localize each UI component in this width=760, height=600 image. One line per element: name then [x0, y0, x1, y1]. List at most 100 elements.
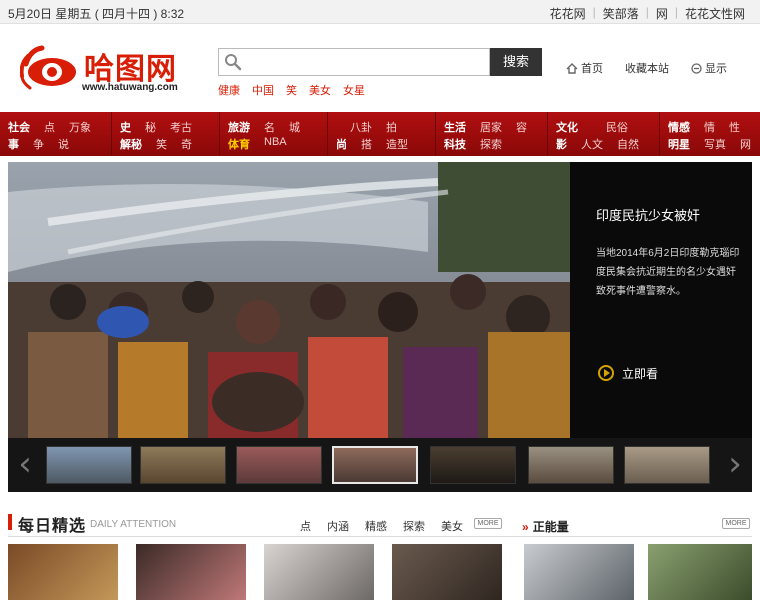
double-chevron-icon: » — [522, 519, 529, 534]
search-button[interactable]: 搜索 — [490, 48, 542, 76]
daily-card-image[interactable] — [648, 544, 752, 600]
hotword-link[interactable]: 美女 — [309, 82, 331, 98]
display-link[interactable]: 显示 — [691, 60, 727, 76]
thumbnail[interactable] — [46, 446, 132, 484]
view-now-button[interactable]: 立即看 — [598, 360, 686, 386]
site-logo[interactable]: 哈图网 www.hatuwang.com — [20, 42, 190, 98]
thumbnail-active[interactable] — [332, 446, 418, 484]
view-now-label: 立即看 — [622, 366, 659, 381]
hotword-link[interactable]: 女星 — [343, 82, 365, 98]
nav-item[interactable]: 探索 — [480, 136, 502, 152]
more-button-2[interactable]: MORE — [722, 518, 750, 529]
nav-item[interactable]: 人文 — [581, 136, 603, 152]
nav-item[interactable]: 秘 — [145, 119, 156, 135]
nav-item[interactable]: 万象 — [69, 119, 91, 135]
daily-tab[interactable]: 探索 — [403, 518, 425, 534]
nav-item[interactable]: 写真 — [704, 136, 726, 152]
nav-item[interactable]: 事 — [8, 136, 19, 152]
more-button[interactable]: MORE — [474, 518, 502, 529]
nav-item[interactable]: 八卦 — [350, 119, 372, 135]
daily-card-image[interactable] — [524, 544, 634, 600]
nav-item[interactable]: 史 — [120, 119, 131, 135]
bookmark-link-label: 收藏本站 — [625, 63, 669, 75]
top-bar: 5月20日 星期五 ( 四月十四 ) 8:32 花花网 | 笑部落 | 网 | … — [0, 0, 760, 24]
nav-item[interactable]: 民俗 — [606, 119, 628, 135]
nav-group-history: 史 秘 考古 解秘 笑 奇 — [112, 112, 220, 156]
daily-card-image[interactable] — [136, 544, 246, 600]
bookmark-link[interactable]: 收藏本站 — [625, 60, 669, 76]
nav-item[interactable]: 情 — [704, 119, 715, 135]
logo-url: www.hatuwang.com — [82, 82, 178, 93]
nav-item[interactable]: 网 — [740, 136, 751, 152]
nav-item[interactable]: 奇 — [181, 136, 192, 152]
nav-item[interactable]: 性 — [729, 119, 740, 135]
top-link-wang[interactable]: 网 — [649, 5, 675, 22]
thumbnail[interactable] — [430, 446, 516, 484]
display-link-label: 显示 — [705, 63, 727, 75]
hot-keywords: 健康 中国 笑 美女 女星 — [218, 82, 365, 98]
thumbnail[interactable] — [624, 446, 710, 484]
top-link-huahua-women[interactable]: 花花文性网 — [678, 5, 752, 22]
featured-photo[interactable] — [8, 162, 570, 438]
nav-item[interactable]: 拍 — [386, 119, 397, 135]
daily-tab[interactable]: 内涵 — [327, 518, 349, 534]
nav-item[interactable]: 争 — [33, 136, 44, 152]
nav-item[interactable]: 说 — [58, 136, 69, 152]
top-links: 花花网 | 笑部落 | 网 | 花花文性网 — [543, 5, 752, 22]
nav-item[interactable]: 解秘 — [120, 136, 142, 152]
positive-energy-header: » 正能量 — [522, 518, 569, 535]
thumbnail[interactable] — [528, 446, 614, 484]
daily-tab[interactable]: 点 — [300, 518, 311, 534]
nav-item[interactable]: 点 — [44, 119, 55, 135]
nav-item[interactable]: 科技 — [444, 136, 466, 152]
hotword-link[interactable]: 中国 — [252, 82, 274, 98]
daily-card-image[interactable] — [392, 544, 502, 600]
featured-title[interactable]: 印度民抗少女被奸 — [596, 206, 746, 226]
category-nav: 社会 点 万象 事 争 说 史 秘 考古 解秘 笑 奇 旅游 名 城 体育 NB… — [0, 112, 760, 156]
search-input[interactable] — [247, 51, 485, 73]
nav-item[interactable]: 影 — [556, 136, 567, 152]
nav-item[interactable]: 明星 — [668, 136, 690, 152]
nav-group-emotion: 情感 情 性 明星 写真 网 — [660, 112, 760, 156]
search-box — [218, 48, 490, 76]
search-icon — [225, 54, 242, 71]
top-link-xiaobuluo[interactable]: 笑部落 — [596, 5, 646, 22]
home-icon — [566, 62, 578, 74]
nav-item[interactable]: 居家 — [480, 119, 502, 135]
nav-item[interactable]: 搭 — [361, 136, 372, 152]
daily-card-image[interactable] — [264, 544, 374, 600]
nav-item[interactable]: 尚 — [336, 136, 347, 152]
nav-item[interactable]: 城 — [289, 119, 300, 135]
daily-tab[interactable]: 精感 — [365, 518, 387, 534]
nav-item[interactable]: 考古 — [170, 119, 192, 135]
nav-item[interactable]: 造型 — [386, 136, 408, 152]
thumbnail[interactable] — [236, 446, 322, 484]
header-links: 首页 收藏本站 显示 — [566, 60, 727, 76]
daily-card-image[interactable] — [8, 544, 118, 600]
nav-item[interactable]: 文化 — [556, 119, 578, 135]
nav-item[interactable]: 生活 — [444, 119, 466, 135]
daily-title-en: DAILY ATTENTION — [90, 519, 177, 530]
hotword-link[interactable]: 健康 — [218, 82, 240, 98]
nav-item[interactable]: 自然 — [617, 136, 639, 152]
nav-item[interactable]: 旅游 — [228, 119, 250, 135]
nav-item[interactable]: 名 — [264, 119, 275, 135]
nav-item[interactable]: 笑 — [156, 136, 167, 152]
nav-item[interactable]: 社会 — [8, 119, 30, 135]
chevron-right-icon[interactable]: › — [722, 442, 748, 488]
nav-item-sports[interactable]: 体育 — [228, 136, 250, 152]
featured-slideshow: 印度民抗少女被奸 当地2014年6月2日印度勒克瑙印度民集会抗近期生的名少女遇奸… — [8, 162, 752, 492]
thumbnail[interactable] — [140, 446, 226, 484]
hotword-link[interactable]: 笑 — [286, 82, 297, 98]
top-link-huahua[interactable]: 花花网 — [543, 5, 593, 22]
nav-group-travel: 旅游 名 城 体育 NBA — [220, 112, 328, 156]
nav-item[interactable]: NBA — [264, 136, 287, 152]
display-icon — [691, 62, 702, 74]
nav-item[interactable]: 容 — [516, 119, 527, 135]
play-icon — [598, 365, 614, 381]
nav-item[interactable]: 情感 — [668, 119, 690, 135]
daily-tab[interactable]: 美女 — [441, 518, 463, 534]
home-link[interactable]: 首页 — [566, 60, 603, 76]
chevron-left-icon[interactable]: ‹ — [12, 442, 38, 488]
thumbnail-strip: ‹ › — [8, 438, 752, 492]
